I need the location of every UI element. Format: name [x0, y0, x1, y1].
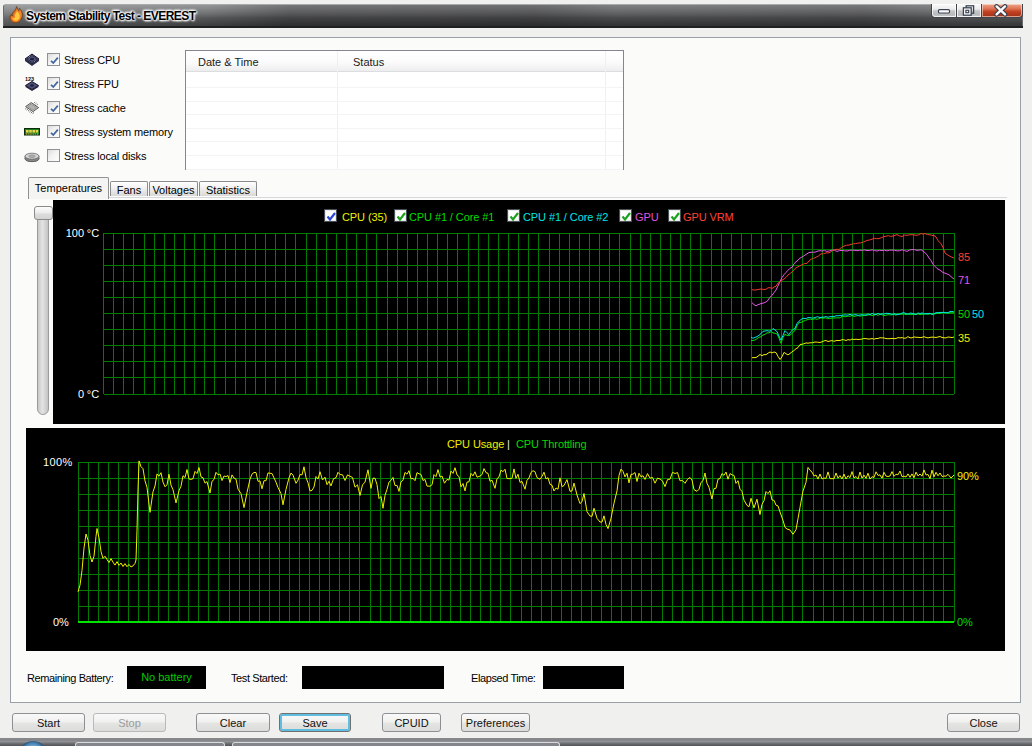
svg-text:123: 123 — [25, 76, 34, 82]
